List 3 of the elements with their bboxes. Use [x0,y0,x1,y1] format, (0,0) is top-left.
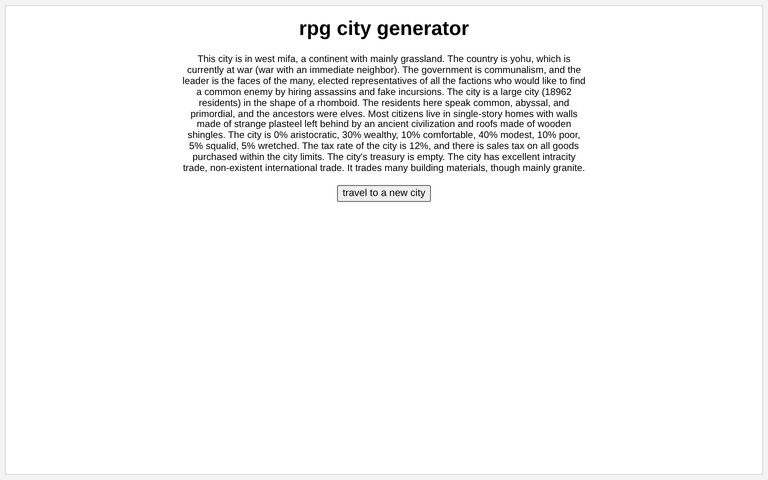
page-title: rpg city generator [298,18,470,41]
city-description: This city is in west mifa, a continent with mainly grassland. The country is yohu, which is currently at war (war with an immediate neighbor). The government is communalism, and the leader is the faces of the many, elected representatives of all the factions who would like to find a common enemy by hiring assassins and fake incursions. The city is a large city (18962 residents) in the shape of a rhomboid. The residents here speak common, abyssal, and primordial, and the ancestors were elves. Most citizens live in single-story homes with walls made of strange plasteel left behind by an ancient civilization and roofs made of wooden shingles. The city is 0% aristocratic, 30% wealthy, 10% comfortable, 40% modest, 10% poor, 5% squalid, 5% wretched. The tax rate of the city is 12%, and there is sales tax on all goods purchased within the city limits. The city's treasury is empty. The city has excellent intracity trade, non-existent international trade. It trades many building materials, though mainly granite. [182,55,586,175]
new-city-button[interactable]: travel to a new city [336,184,432,202]
